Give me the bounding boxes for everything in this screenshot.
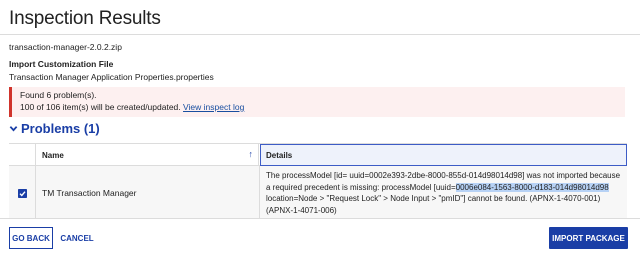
row-details-text-end: location=Node > "Request Lock" > Node In… (266, 194, 601, 215)
chevron-down-icon (9, 126, 18, 132)
view-inspect-log-link[interactable]: View inspect log (183, 102, 244, 112)
problems-table: Name ↑ Details TM Transaction Manager Th… (9, 143, 627, 218)
import-package-button[interactable]: IMPORT PACKAGE (549, 227, 628, 249)
alert-item-summary-text: 100 of 106 item(s) will be created/updat… (20, 102, 181, 112)
package-zip-name: transaction-manager-2.0.2.zip (9, 42, 122, 52)
dialog-title: Inspection Results (9, 8, 161, 29)
row-details: The processModel [id= uuid=0002e393-2dbe… (266, 170, 622, 216)
row-name-cell: TM Transaction Manager (36, 166, 260, 218)
table-row: TM Transaction Manager The processModel … (9, 166, 627, 218)
table-header-row: Name ↑ Details (9, 144, 627, 166)
row-details-highlighted-uuid: 0006e084-1563-8000-d183-014d98014d98 (455, 182, 609, 192)
go-back-button[interactable]: GO BACK (9, 227, 53, 249)
column-header-name-label: Name (42, 151, 64, 160)
problems-heading: Problems (1) (21, 121, 100, 136)
problems-alert: Found 6 problem(s). 100 of 106 item(s) w… (9, 87, 625, 117)
alert-problem-count: Found 6 problem(s). (20, 90, 97, 100)
column-header-details[interactable]: Details (260, 144, 627, 166)
row-name: TM Transaction Manager (42, 188, 137, 198)
row-select-cell (9, 166, 36, 218)
properties-file-name: Transaction Manager Application Properti… (9, 72, 214, 82)
customization-file-label: Import Customization File (9, 59, 114, 69)
header-select-cell (9, 144, 36, 166)
footer-divider (0, 218, 640, 219)
checkbox-checked-icon[interactable] (18, 189, 27, 198)
column-header-name[interactable]: Name ↑ (36, 144, 259, 166)
title-divider (0, 34, 640, 35)
row-details-cell: The processModel [id= uuid=0002e393-2dbe… (260, 166, 627, 218)
alert-item-summary: 100 of 106 item(s) will be created/updat… (20, 102, 244, 112)
problems-section-toggle[interactable]: Problems (1) (9, 121, 100, 136)
cancel-button[interactable]: CANCEL (57, 227, 97, 249)
column-header-details-label: Details (266, 151, 293, 160)
sort-up-arrow-icon[interactable]: ↑ (249, 149, 254, 159)
